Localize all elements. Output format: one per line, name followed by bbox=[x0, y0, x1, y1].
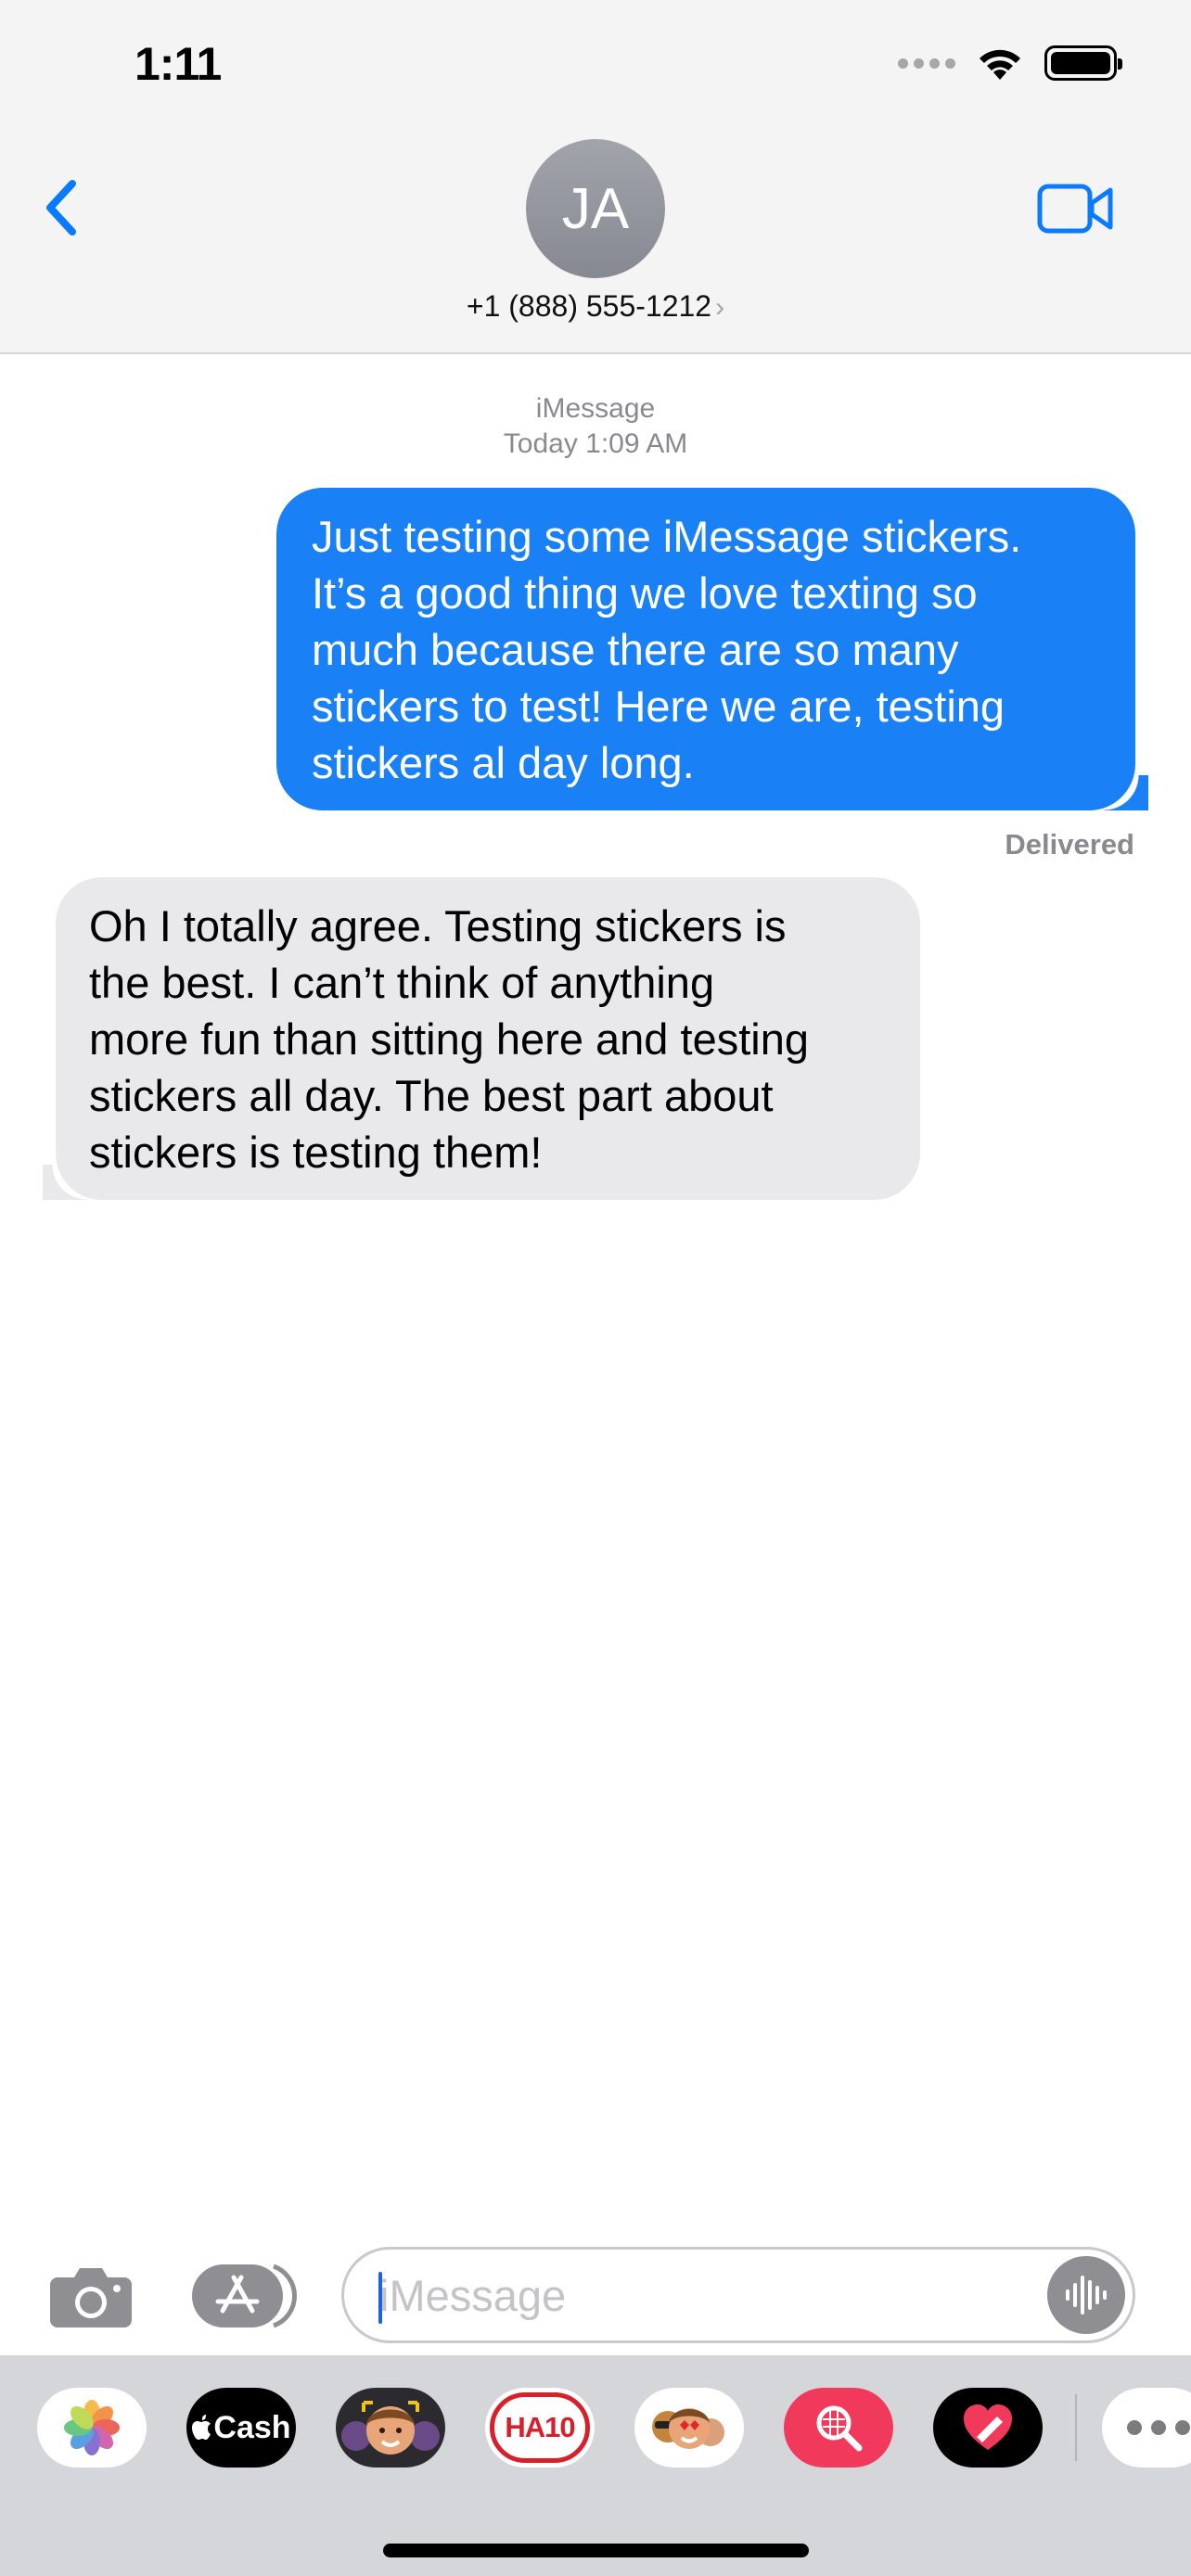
message-line: Just testing some iMessage stickers. bbox=[312, 512, 1022, 561]
photos-app-icon bbox=[64, 2400, 120, 2455]
memoji-stickers-app-button[interactable] bbox=[634, 2388, 744, 2468]
chevron-left-icon bbox=[46, 180, 76, 236]
message-line: stickers al day long. bbox=[312, 738, 695, 787]
contact-number[interactable]: +1 (888) 555-1212 › bbox=[0, 289, 1191, 324]
message-line: stickers to test! Here we are, testing bbox=[312, 682, 1005, 731]
message-line: stickers is testing them! bbox=[89, 1128, 543, 1177]
app-store-button[interactable] bbox=[192, 2263, 301, 2329]
cash-app-label: Cash bbox=[213, 2409, 291, 2445]
camera-button[interactable] bbox=[48, 2264, 134, 2329]
battery-icon bbox=[1044, 45, 1122, 81]
facetime-video-button[interactable] bbox=[1037, 181, 1115, 236]
apple-logo-icon bbox=[192, 2415, 211, 2440]
video-camera-icon bbox=[1037, 184, 1113, 234]
message-line: It’s a good thing we love texting so bbox=[312, 568, 978, 618]
contact-number-text: +1 (888) 555-1212 bbox=[466, 289, 712, 323]
search-images-app-button[interactable] bbox=[784, 2388, 893, 2468]
more-apps-button[interactable] bbox=[1102, 2388, 1191, 2468]
contact-avatar[interactable]: JA bbox=[526, 139, 665, 278]
camera-icon bbox=[50, 2268, 132, 2327]
ha10-app-label: HA10 bbox=[505, 2411, 575, 2443]
home-indicator[interactable] bbox=[383, 2544, 809, 2557]
ha10-app-button[interactable]: HA10 bbox=[485, 2388, 595, 2468]
message-placeholder: iMessage bbox=[379, 2271, 567, 2320]
cellular-signal-icon bbox=[898, 57, 955, 69]
compose-bar: iMessage bbox=[0, 2230, 1191, 2355]
memoji-app-button[interactable] bbox=[336, 2388, 445, 2468]
service-label: iMessage bbox=[535, 393, 656, 424]
status-icons bbox=[898, 45, 1122, 82]
app-store-icon bbox=[192, 2264, 298, 2328]
message-line: much because there are so many bbox=[312, 625, 959, 674]
message-line: the best. I can’t think of anything bbox=[89, 958, 715, 1007]
message-line: stickers all day. The best part about bbox=[89, 1071, 774, 1120]
apple-cash-app-button[interactable]: Cash bbox=[186, 2388, 296, 2468]
delivered-status: Delivered bbox=[1005, 828, 1134, 861]
message-line: more fun than sitting here and testing bbox=[89, 1014, 809, 1064]
status-time: 1:11 bbox=[134, 38, 222, 90]
audio-waveform-icon bbox=[1066, 2276, 1107, 2315]
message-line: Oh I totally agree. Testing stickers is bbox=[89, 901, 787, 950]
message-input[interactable]: iMessage bbox=[341, 2247, 1135, 2343]
outgoing-message-bubble[interactable]: Just testing some iMessage stickers. It’… bbox=[276, 488, 1148, 810]
memoji-app-icon bbox=[341, 2401, 440, 2455]
message-timestamp: Today 1:09 AM bbox=[503, 428, 688, 459]
imessage-app-drawer: Cash HA10 bbox=[0, 2355, 1191, 2576]
digital-touch-app-button[interactable] bbox=[933, 2388, 1043, 2468]
back-button[interactable] bbox=[37, 174, 93, 241]
digital-touch-app-icon bbox=[964, 2404, 1012, 2450]
conversation-header: 1:11 JA +1 (888) 555-1212 › bbox=[0, 0, 1191, 354]
drawer-divider bbox=[1075, 2394, 1077, 2461]
search-images-app-icon bbox=[816, 2405, 863, 2452]
memoji-stickers-app-icon bbox=[652, 2408, 724, 2449]
avatar-initials: JA bbox=[561, 176, 630, 241]
more-apps-icon bbox=[1127, 2420, 1190, 2435]
photos-app-button[interactable] bbox=[37, 2388, 147, 2468]
chevron-right-icon: › bbox=[715, 292, 725, 323]
wifi-icon bbox=[980, 49, 1020, 80]
audio-message-button[interactable] bbox=[1047, 2256, 1125, 2334]
incoming-message-bubble[interactable]: Oh I totally agree. Testing stickers is … bbox=[43, 877, 920, 1200]
messages-screen: 1:11 JA +1 (888) 555-1212 › iMessage Tod… bbox=[0, 0, 1191, 2576]
